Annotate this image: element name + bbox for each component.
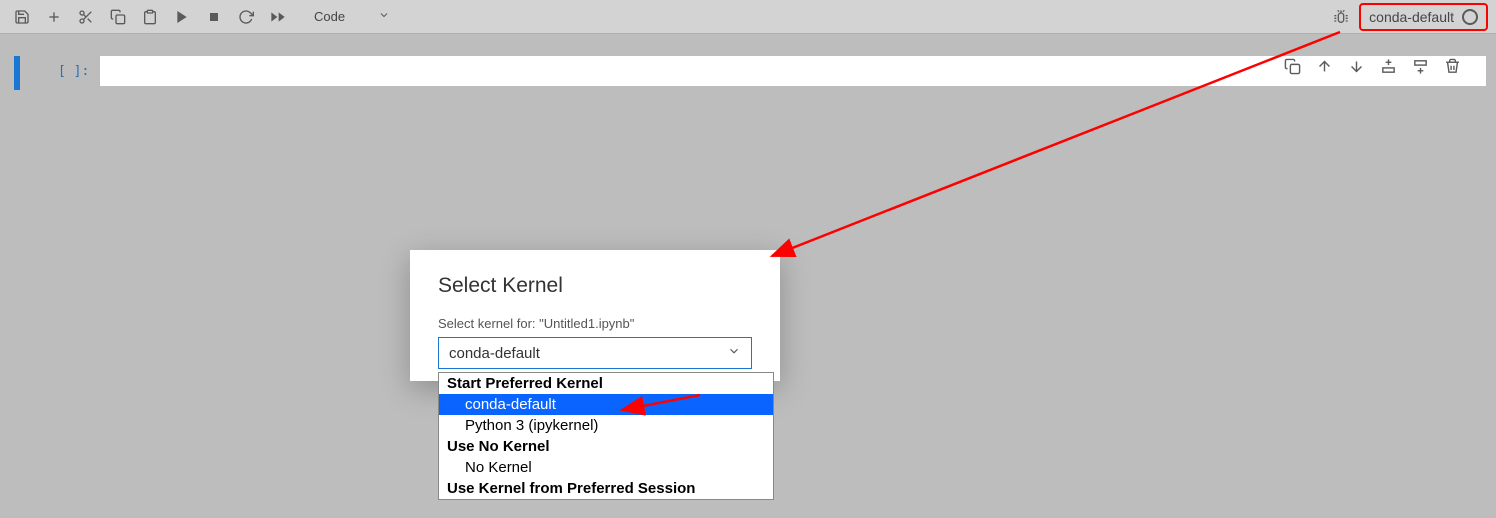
dropdown-group: Use Kernel from Preferred Session [439,478,773,499]
restart-run-all-button[interactable] [264,3,292,31]
paste-button[interactable] [136,3,164,31]
kernel-dropdown: Start Preferred Kernelconda-defaultPytho… [438,372,774,500]
select-kernel-dialog: Select Kernel Select kernel for: "Untitl… [410,250,780,381]
kernel-switcher[interactable]: conda-default [1359,3,1488,31]
cell-type-select[interactable]: Code [306,5,396,29]
move-down-button[interactable] [1342,52,1370,80]
chevron-down-icon [727,344,741,362]
cell-toolbar [1278,52,1466,80]
duplicate-cell-button[interactable] [1278,52,1306,80]
add-cell-button[interactable] [40,3,68,31]
code-cell[interactable]: [ ]: [0,56,1496,90]
restart-button[interactable] [232,3,260,31]
kernel-select[interactable]: conda-default [438,337,752,369]
run-button[interactable] [168,3,196,31]
dropdown-item[interactable]: No Kernel [439,457,773,478]
dropdown-item[interactable]: conda-default [439,394,773,415]
insert-below-button[interactable] [1406,52,1434,80]
dialog-label: Select kernel for: "Untitled1.ipynb" [438,316,752,331]
dropdown-group: Start Preferred Kernel [439,373,773,394]
stop-button[interactable] [200,3,228,31]
kernel-name-label: conda-default [1369,9,1454,25]
copy-button[interactable] [104,3,132,31]
cell-active-indicator [14,56,20,90]
cell-type-label: Code [314,9,345,24]
cut-button[interactable] [72,3,100,31]
save-button[interactable] [8,3,36,31]
dialog-title: Select Kernel [438,274,752,298]
kernel-select-value: conda-default [449,345,540,362]
notebook-toolbar: Code conda-default [0,0,1496,34]
cell-prompt: [ ]: [58,64,100,79]
notebook-area: [ ]: [0,34,1496,90]
chevron-down-icon [378,9,390,24]
debug-icon[interactable] [1327,3,1355,31]
move-up-button[interactable] [1310,52,1338,80]
dropdown-group: Use No Kernel [439,436,773,457]
dropdown-item[interactable]: Python 3 (ipykernel) [439,415,773,436]
insert-above-button[interactable] [1374,52,1402,80]
delete-cell-button[interactable] [1438,52,1466,80]
kernel-status-icon [1462,9,1478,25]
